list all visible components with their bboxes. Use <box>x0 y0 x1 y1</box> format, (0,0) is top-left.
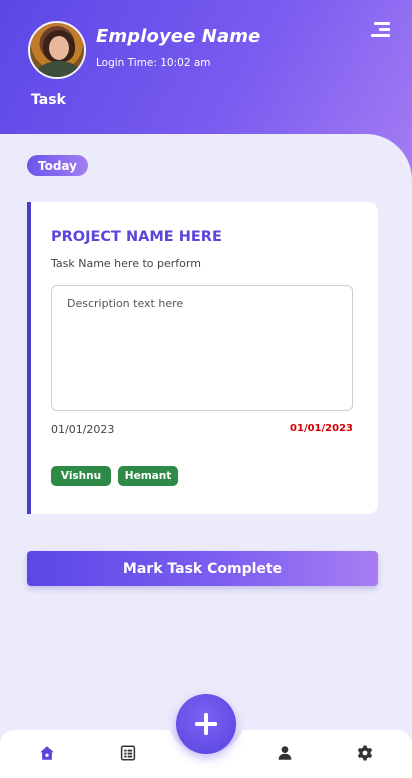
description-placeholder: Description text here <box>67 297 184 310</box>
avatar-body <box>36 61 82 77</box>
start-date: 01/01/2023 <box>51 423 115 436</box>
task-name: Task Name here to perform <box>51 257 201 270</box>
assignee-tag[interactable]: Vishnu <box>51 466 111 486</box>
nav-home[interactable] <box>36 742 58 764</box>
home-icon <box>40 746 54 760</box>
add-task-button[interactable] <box>176 694 236 754</box>
page-title: Task <box>31 92 66 108</box>
avatar[interactable] <box>28 21 86 79</box>
description-field[interactable]: Description text here <box>51 285 353 411</box>
project-name: PROJECT NAME HERE <box>51 229 222 245</box>
nav-tasks[interactable] <box>117 742 139 764</box>
employee-name: Employee Name <box>96 26 261 47</box>
login-time: Login Time: 10:02 am <box>96 57 211 69</box>
nav-profile[interactable] <box>274 742 296 764</box>
add-icon <box>195 713 217 735</box>
task-card[interactable]: PROJECT NAME HERE Task Name here to perf… <box>27 202 378 514</box>
nav-settings[interactable] <box>354 742 376 764</box>
due-date: 01/01/2023 <box>290 423 353 434</box>
menu-icon[interactable] <box>371 22 390 38</box>
today-filter-chip[interactable]: Today <box>27 155 88 176</box>
settings-icon <box>357 745 373 761</box>
avatar-face <box>49 36 69 60</box>
assignee-tag[interactable]: Hemant <box>118 466 178 486</box>
mark-task-complete-button[interactable]: Mark Task Complete <box>27 551 378 586</box>
user-icon <box>278 746 292 760</box>
document-list-icon <box>120 745 136 761</box>
